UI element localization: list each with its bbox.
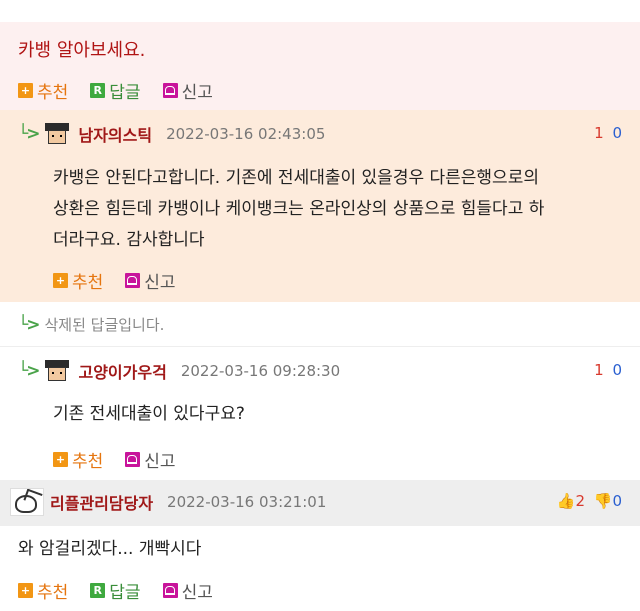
report-label: 신고 [144,273,176,293]
post-text: 카뱅 알아보세요. [18,40,146,61]
recommend-button[interactable]: + 추천 [53,447,103,472]
deleted-text: 삭제된 답글입니다. [44,316,165,334]
vote-down-count: 0 [612,124,622,142]
report-label: 신고 [181,83,213,103]
vote-up-count: 1 [594,361,604,379]
reply-body: 카뱅은 안된다고합니다. 기존에 전세대출이 있을경우 다른은행으로의 상환은 … [53,163,544,256]
reply-actions: + 추천 신고 [53,268,198,293]
r-square-icon: R [90,583,106,598]
reply-line: 카뱅은 안된다고합니다. 기존에 전세대출이 있을경우 다른은행으로의 [53,168,539,188]
comment-date: 2022-03-16 02:43:05 [166,125,326,143]
author-name[interactable]: 남자의스틱 [78,122,152,146]
reply-label: 답글 [109,583,141,603]
thumbs-up-count: 2 [575,492,585,510]
reply-label: 답글 [109,83,141,103]
reply-arrow-icon: └> [18,361,41,381]
recommend-button[interactable]: + 추천 [18,78,68,103]
plus-square-icon: + [53,273,68,288]
plus-square-icon: + [18,83,33,98]
avatar[interactable] [10,488,44,516]
comment-actions: + 추천 R 답글 신고 [18,578,235,603]
plus-square-icon: + [18,583,33,598]
report-button[interactable]: 신고 [162,78,213,103]
reply-body: 기존 전세대출이 있다구요? [53,404,245,424]
siren-icon [125,452,141,467]
reply-line: 더라구요. 감사합니다 [53,230,205,250]
thumbs-down-count: 0 [612,492,622,510]
reply-header: └> 고양이가우걱 2022-03-16 09:28:30 [18,359,340,383]
recommend-label: 추천 [37,83,69,103]
avatar[interactable] [44,123,70,145]
recommend-button[interactable]: + 추천 [18,578,68,603]
comment-header: 리플관리담당자 2022-03-16 03:21:01 👍2 👎0 [0,480,640,526]
author-name[interactable]: 리플관리담당자 [50,490,153,514]
r-square-icon: R [90,83,106,98]
vote-down-count: 0 [612,361,622,379]
reply-arrow-icon: └> [18,314,41,335]
plus-square-icon: + [53,452,68,467]
thumbs-up-icon[interactable]: 👍 [557,492,576,510]
report-label: 신고 [181,583,213,603]
report-button[interactable]: 신고 [162,578,213,603]
reply-button[interactable]: R 답글 [90,578,141,603]
reply-line: 상환은 힘든데 카뱅이나 케이뱅크는 온라인상의 상품으로 힘들다고 하 [53,199,545,219]
report-label: 신고 [144,452,176,472]
post-block: 카뱅 알아보세요. + 추천 R 답글 신고 [0,22,640,110]
avatar[interactable] [44,360,70,382]
comment-date: 2022-03-16 03:21:01 [167,493,327,511]
reply-actions: + 추천 신고 [53,447,198,472]
reply-button[interactable]: R 답글 [90,78,141,103]
recommend-button[interactable]: + 추천 [53,268,103,293]
thumbs-votes: 👍2 👎0 [557,492,622,510]
post-actions: + 추천 R 답글 신고 [18,78,235,103]
siren-icon [125,273,141,288]
recommend-label: 추천 [72,452,104,472]
reply-header: └> 남자의스틱 2022-03-16 02:43:05 [18,122,325,146]
comment-body: 와 암걸리겠다... 개빡시다 [18,539,202,559]
vote-count: 1 0 [594,361,622,379]
recommend-label: 추천 [37,583,69,603]
siren-icon [162,83,178,98]
comment-item: 와 암걸리겠다... 개빡시다 + 추천 R 답글 신고 [0,526,640,611]
reply-arrow-icon: └> [18,124,41,144]
report-button[interactable]: 신고 [125,447,176,472]
vote-up-count: 1 [594,124,604,142]
deleted-reply: └> 삭제된 답글입니다. [0,302,640,347]
report-button[interactable]: 신고 [125,268,176,293]
thumbs-down-icon[interactable]: 👎 [594,492,613,510]
reply-item: └> 남자의스틱 2022-03-16 02:43:05 1 0 카뱅은 안된다… [0,110,640,302]
comment-date: 2022-03-16 09:28:30 [180,362,341,380]
reply-item: └> 고양이가우걱 2022-03-16 09:28:30 1 0 기존 전세대… [0,347,640,480]
siren-icon [162,583,178,598]
author-name[interactable]: 고양이가우걱 [78,359,166,383]
recommend-label: 추천 [72,273,104,293]
vote-count: 1 0 [594,124,622,142]
